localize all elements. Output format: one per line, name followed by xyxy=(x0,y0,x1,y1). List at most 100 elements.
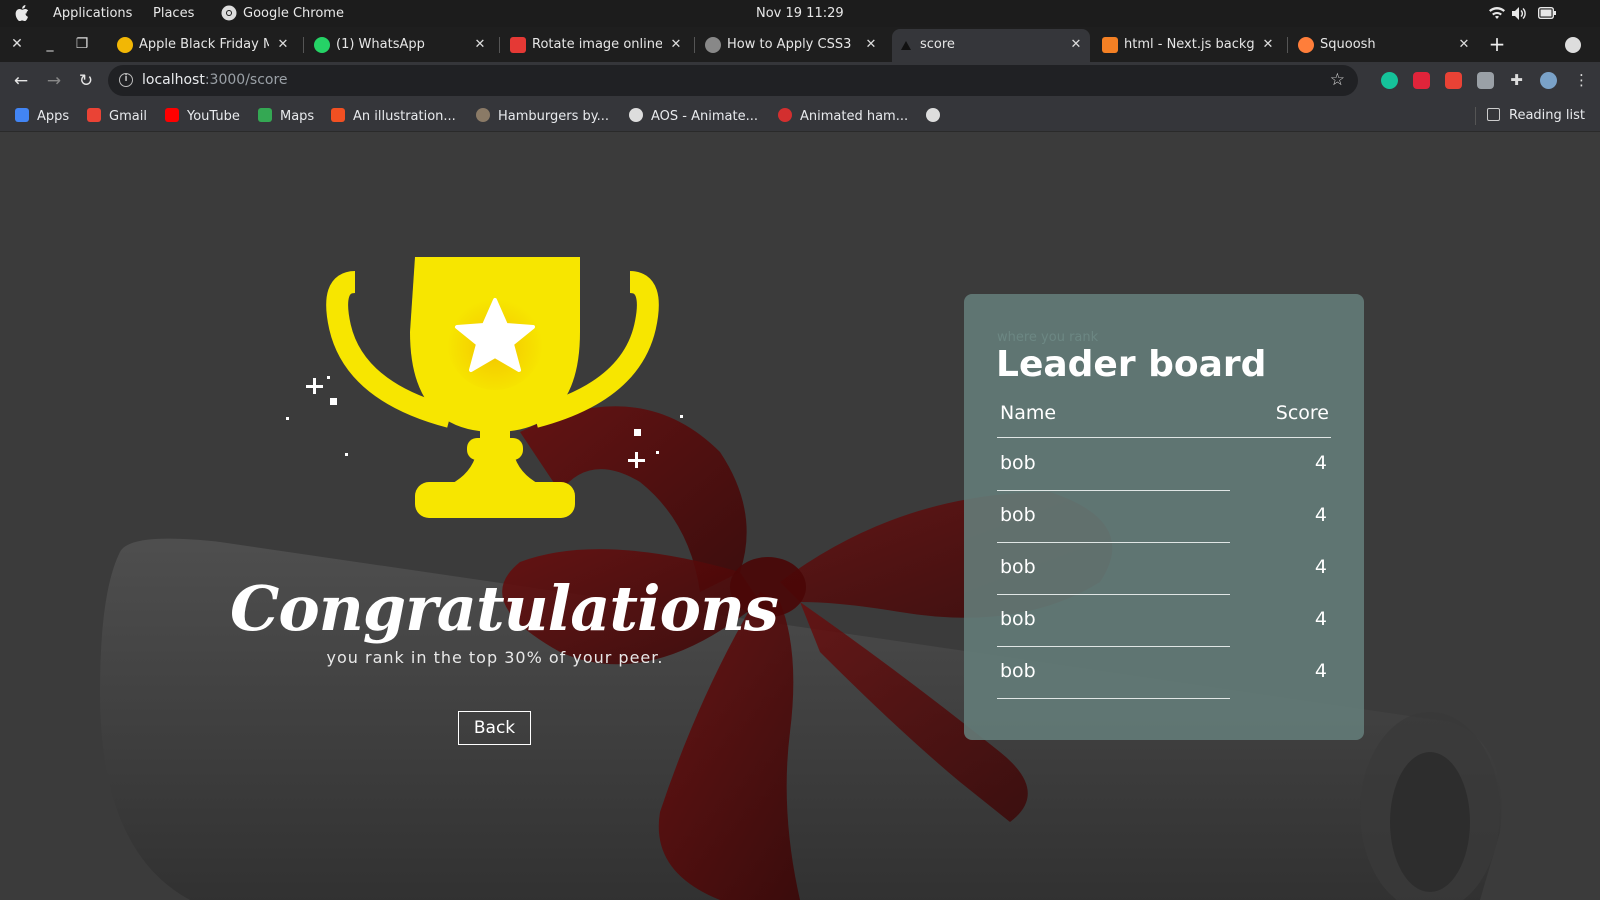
rank-subtitle: you rank in the top 30% of your peer. xyxy=(326,648,664,667)
tab-title: score xyxy=(920,37,955,52)
back-button[interactable]: Back xyxy=(458,711,531,745)
back-arrow-icon[interactable]: ← xyxy=(11,71,31,91)
tab-search-icon[interactable] xyxy=(1565,37,1581,53)
bookmark-label: AOS - Animate... xyxy=(651,109,758,124)
column-score-header: Score xyxy=(1275,402,1329,424)
row-name: bob xyxy=(1000,452,1036,474)
battery-icon[interactable] xyxy=(1537,6,1556,23)
bookmark-hamburgers[interactable]: Hamburgers by... xyxy=(476,108,609,124)
tab-separator xyxy=(1287,37,1288,53)
site-info-icon[interactable]: i xyxy=(119,73,133,87)
grammarly-extension-icon[interactable] xyxy=(1381,72,1398,89)
chrome-menu-icon[interactable]: ⋮ xyxy=(1573,72,1590,89)
bookmark-youtube[interactable]: YouTube xyxy=(165,108,240,124)
score-page: Congratulations you rank in the top 30% … xyxy=(0,132,1600,900)
wifi-icon[interactable] xyxy=(1489,7,1505,24)
bookmark-globe[interactable] xyxy=(926,108,948,124)
bookmark-maps[interactable]: Maps xyxy=(258,108,314,124)
window-restore-icon[interactable]: ❐ xyxy=(74,36,90,52)
extensions-puzzle-icon[interactable]: ✚ xyxy=(1508,72,1525,89)
tab-css3[interactable]: How to Apply CSS3 T ✕ xyxy=(699,29,885,62)
os-top-bar: Applications Places Google Chrome Nov 19… xyxy=(0,0,1600,27)
bookmark-label: YouTube xyxy=(187,109,240,124)
bookmark-label: Hamburgers by... xyxy=(498,109,610,124)
tab-separator xyxy=(303,37,304,53)
globe-icon xyxy=(926,108,940,122)
menu-applications[interactable]: Applications xyxy=(53,6,132,21)
chrome-icon xyxy=(221,5,237,21)
tab-close-icon[interactable]: ✕ xyxy=(668,37,684,53)
bookmark-star-icon[interactable]: ☆ xyxy=(1330,70,1345,90)
tab-rotate-image[interactable]: Rotate image online ✕ xyxy=(504,29,690,62)
row-score: 4 xyxy=(1314,660,1327,682)
tab-close-icon[interactable]: ✕ xyxy=(863,37,879,53)
bookmark-aos[interactable]: AOS - Animate... xyxy=(629,108,758,124)
tab-close-icon[interactable]: ✕ xyxy=(1068,37,1084,53)
bookmark-label: An illustration... xyxy=(353,109,456,124)
bookmark-apps[interactable]: Apps xyxy=(15,108,69,124)
maps-icon xyxy=(258,108,272,122)
tab-title: (1) WhatsApp xyxy=(336,37,425,52)
tab-apple-black-friday[interactable]: Apple Black Friday M ✕ xyxy=(111,29,297,62)
tab-close-icon[interactable]: ✕ xyxy=(1456,37,1472,53)
congratulations-heading: Congratulations xyxy=(230,572,779,645)
tab-whatsapp[interactable]: (1) WhatsApp ✕ xyxy=(308,29,494,62)
window-minimize-icon[interactable]: _ xyxy=(42,36,58,52)
trophy-icon xyxy=(326,257,659,518)
tab-close-icon[interactable]: ✕ xyxy=(1260,37,1276,53)
profile-avatar[interactable] xyxy=(1540,72,1557,89)
red-extension-icon[interactable] xyxy=(1445,72,1462,89)
menu-places[interactable]: Places xyxy=(153,6,194,21)
reload-icon[interactable]: ↻ xyxy=(76,71,96,91)
column-name-header: Name xyxy=(1000,402,1057,424)
forward-arrow-icon[interactable]: → xyxy=(44,71,64,91)
address-bar[interactable]: i localhost:3000/score ☆ xyxy=(108,65,1358,96)
tp-extension-icon[interactable] xyxy=(1413,72,1430,89)
globe-icon xyxy=(629,108,643,122)
tab-nextjs-background[interactable]: html - Next.js backg ✕ xyxy=(1096,29,1282,62)
rotate-image-favicon-icon xyxy=(510,37,526,53)
leaderboard-row: bob 4 xyxy=(997,543,1331,595)
bookmark-label: Animated ham... xyxy=(800,109,909,124)
css-favicon-icon xyxy=(705,37,721,53)
leaderboard-header: Name Score xyxy=(997,402,1331,438)
tab-close-icon[interactable]: ✕ xyxy=(472,37,488,53)
tab-title: Squoosh xyxy=(1320,37,1376,52)
bookmarks-bar: Apps Gmail YouTube Maps An illustration.… xyxy=(0,99,1600,132)
stackoverflow-favicon-icon xyxy=(1102,37,1118,53)
bookmark-gmail[interactable]: Gmail xyxy=(87,108,147,124)
bookmark-label: Apps xyxy=(37,109,70,124)
bookmark-animated-ham[interactable]: Animated ham... xyxy=(778,108,908,124)
apple-menu-icon[interactable] xyxy=(15,5,29,21)
volume-icon[interactable] xyxy=(1512,7,1528,24)
clock[interactable]: Nov 19 11:29 xyxy=(756,6,844,21)
hamburgers-icon xyxy=(476,108,490,122)
window-close-icon[interactable]: ✕ xyxy=(9,36,25,52)
reading-list-icon xyxy=(1487,108,1500,121)
gray-extension-icon[interactable] xyxy=(1477,72,1494,89)
reading-list-button[interactable]: Reading list xyxy=(1487,108,1585,123)
row-divider xyxy=(997,698,1230,699)
leaderboard-kicker: where you rank xyxy=(997,330,1099,345)
menu-google-chrome[interactable]: Google Chrome xyxy=(243,6,344,21)
tab-title: How to Apply CSS3 T xyxy=(727,37,851,52)
bookmark-illustration[interactable]: An illustration... xyxy=(331,108,456,124)
reading-list-label: Reading list xyxy=(1509,108,1585,123)
row-score: 4 xyxy=(1314,556,1327,578)
tab-score[interactable]: score ✕ xyxy=(892,29,1090,62)
tab-title: Apple Black Friday M xyxy=(139,37,269,52)
leaderboard-row: bob 4 xyxy=(997,647,1331,699)
url-text[interactable]: localhost:3000/score xyxy=(142,72,288,88)
new-tab-icon[interactable]: + xyxy=(1488,34,1506,54)
bookmark-label: Gmail xyxy=(109,109,147,124)
nextjs-favicon-icon xyxy=(901,41,911,50)
animated-ham-icon xyxy=(778,108,792,122)
leaderboard-panel: where you rank Leader board Name Score b… xyxy=(964,294,1364,740)
whatsapp-favicon-icon xyxy=(314,37,330,53)
browser-toolbar: ← → ↻ i localhost:3000/score ☆ ✚ ⋮ xyxy=(0,62,1600,99)
squoosh-favicon-icon xyxy=(1298,37,1314,53)
tab-squoosh[interactable]: Squoosh ✕ xyxy=(1292,29,1478,62)
row-name: bob xyxy=(1000,504,1036,526)
tab-separator xyxy=(499,37,500,53)
tab-close-icon[interactable]: ✕ xyxy=(275,37,291,53)
